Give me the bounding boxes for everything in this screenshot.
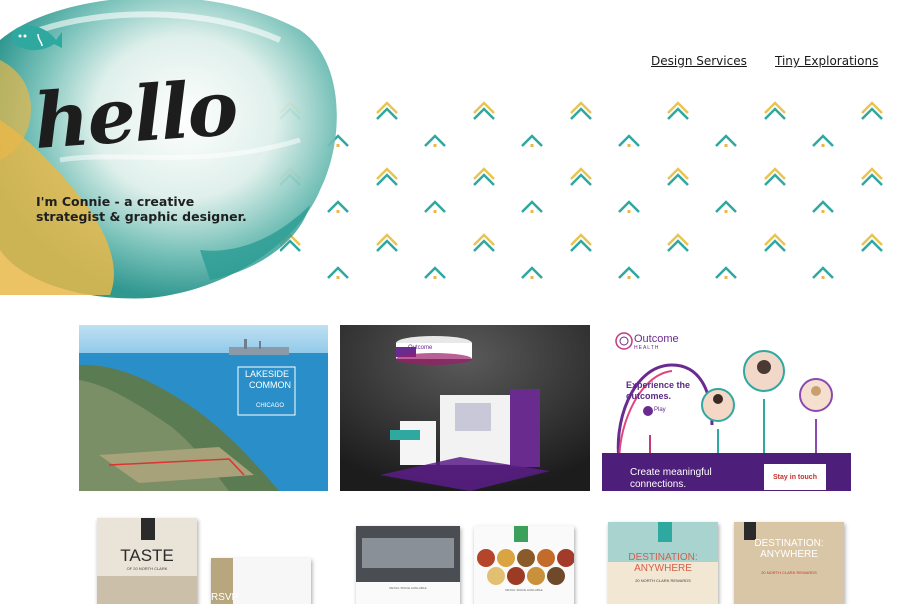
portfolio-tile-destination[interactable]: DESTINATION: ANYWHERE 20 NORTH CLARK REW…: [602, 510, 851, 604]
lakeside-title-2: COMMON: [249, 380, 291, 390]
retail-caption-1: RETAIL SPACE AVAILABLE: [389, 586, 427, 590]
taste-card: TASTE OF 20 NORTH CLARK: [97, 518, 197, 604]
taste-title: TASTE: [120, 546, 174, 565]
chevron-mark: [569, 167, 593, 187]
chevron-mark: [520, 134, 544, 149]
play-label: Play: [654, 407, 666, 413]
outcome-logo: Outcome HEALTH: [634, 333, 679, 351]
booth-brand: Outcome: [408, 345, 433, 351]
chevron-mark: [375, 167, 399, 187]
chevron-mark: [666, 233, 690, 253]
intro-text: I'm Connie - a creative strategist & gra…: [36, 194, 247, 224]
food-photo: [97, 576, 197, 604]
street-window: [362, 538, 454, 568]
chevron-mark: [423, 134, 447, 149]
chevron-mark: [860, 233, 884, 253]
chevron-mark: [569, 101, 593, 121]
chevron-mark: [375, 233, 399, 253]
nav-design-services[interactable]: Design Services: [651, 54, 747, 68]
chevron-mark: [472, 233, 496, 253]
chevron-mark: [811, 134, 835, 149]
portfolio-tile-outcome-campaign[interactable]: Outcome HEALTH Experience the outcomes. …: [602, 325, 851, 491]
chevron-mark: [520, 200, 544, 215]
chevron-mark: [423, 266, 447, 281]
trade-show-booth-image: [340, 325, 590, 491]
20nc-logo-icon: [141, 518, 155, 540]
chevron-mark: [714, 134, 738, 149]
taste-subtitle: OF 20 NORTH CLARK: [126, 566, 168, 571]
lakeside-city: CHICAGO: [256, 403, 285, 409]
chevron-mark: [811, 266, 835, 281]
retail-caption-2: RETAIL SPACE AVAILABLE: [505, 588, 543, 592]
chevron-mark: [375, 101, 399, 121]
destination-card-2: DESTINATION: ANYWHERE 20 NORTH CLARK REW…: [734, 522, 844, 604]
chevron-mark: [714, 200, 738, 215]
chevron-mark: [860, 167, 884, 187]
chevron-mark: [423, 200, 447, 215]
20nc-badge-icon: [514, 526, 528, 542]
chevron-mark: [520, 266, 544, 281]
chevron-mark: [617, 134, 641, 149]
chevron-mark: [569, 233, 593, 253]
retail-card-2: RETAIL SPACE AVAILABLE: [474, 526, 574, 604]
chevron-mark: [763, 101, 787, 121]
rsvp-card: RSVP: [211, 558, 311, 604]
chevron-mark: [666, 167, 690, 187]
hero-banner: hello I'm Connie - a creative strategist…: [0, 0, 906, 300]
chevron-mark: [763, 233, 787, 253]
chevron-mark: [811, 200, 835, 215]
chevron-mark: [666, 101, 690, 121]
lakeside-title: LAKESIDE: [245, 369, 290, 379]
chevron-mark: [472, 167, 496, 187]
destination-title-1: DESTINATION: ANYWHERE: [628, 552, 698, 574]
portfolio-tile-lakeside-common[interactable]: LAKESIDE COMMON CHICAGO: [79, 325, 328, 491]
campaign-bar-text: Create meaningful connections.: [630, 467, 712, 490]
chevron-mark: [617, 200, 641, 215]
chevron-mark: [860, 101, 884, 121]
destination-subtitle-2: 20 NORTH CLARK REWARDS: [761, 570, 817, 575]
destination-subtitle-1: 20 NORTH CLARK REWARDS: [635, 578, 691, 583]
spices-photo: [477, 549, 574, 585]
stay-in-touch-button: Stay in touch: [764, 464, 826, 490]
aerial-city-image: [79, 325, 328, 491]
whale-icon[interactable]: [8, 22, 64, 54]
hello-heading: hello: [31, 63, 239, 166]
portfolio-tile-outcome-booth[interactable]: Outcome: [340, 325, 590, 491]
campaign-headline: Experience the outcomes.: [626, 380, 691, 401]
portfolio-tile-taste[interactable]: TASTE OF 20 NORTH CLARK RSVP: [79, 510, 328, 604]
chevron-mark: [714, 266, 738, 281]
20nc-badge-icon-2: [658, 522, 672, 542]
chevron-pattern: [280, 101, 884, 281]
chevron-mark: [617, 266, 641, 281]
chevron-mark: [763, 167, 787, 187]
rsvp-label: RSVP: [211, 592, 239, 603]
retail-card-1: RETAIL SPACE AVAILABLE: [356, 526, 460, 604]
nav-tiny-explorations[interactable]: Tiny Explorations: [775, 54, 878, 68]
destination-card-1: DESTINATION: ANYWHERE 20 NORTH CLARK REW…: [608, 522, 718, 604]
chevron-mark: [472, 101, 496, 121]
destination-title-2: DESTINATION: ANYWHERE: [754, 538, 824, 560]
portfolio-tile-retail[interactable]: RETAIL SPACE AVAILABLE RETAIL SPACE AVAI…: [340, 510, 590, 604]
